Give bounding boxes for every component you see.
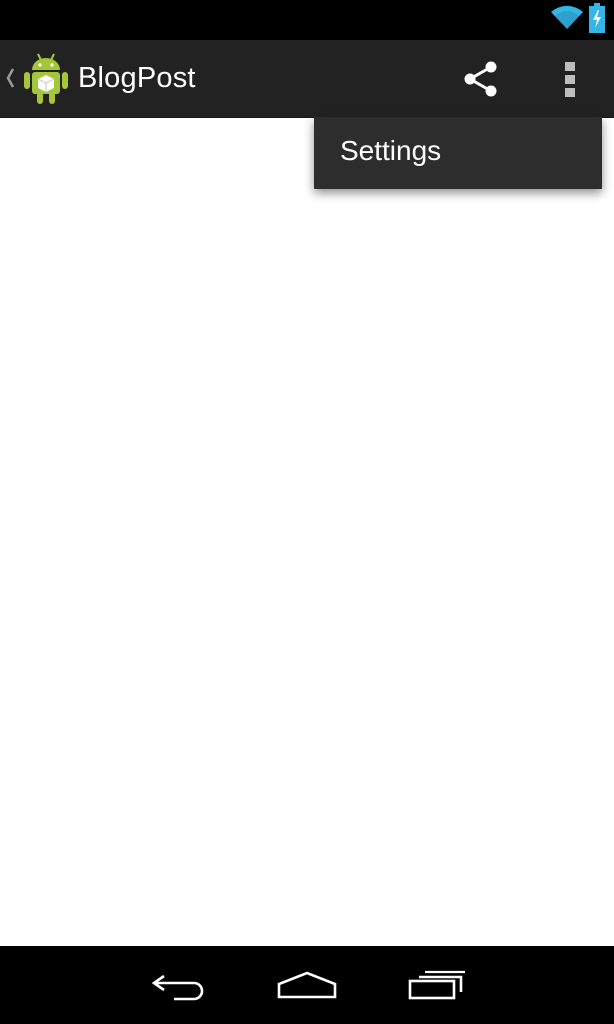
menu-item-label: Settings	[340, 135, 442, 166]
home-button[interactable]	[252, 946, 362, 1024]
overflow-menu-icon	[565, 61, 575, 97]
recent-apps-icon	[408, 970, 465, 1000]
up-caret-icon[interactable]	[4, 64, 16, 92]
overflow-menu: Settings	[314, 117, 602, 189]
recent-apps-button[interactable]	[382, 946, 492, 1024]
share-icon	[464, 61, 497, 96]
app-title: BlogPost	[78, 62, 196, 94]
navigation-bar	[0, 946, 614, 1024]
screen: BlogPost Settings	[0, 0, 614, 1024]
action-bar: BlogPost	[0, 40, 614, 118]
status-bar	[0, 0, 614, 40]
android-logo-icon[interactable]	[22, 50, 70, 106]
overflow-menu-button[interactable]	[540, 40, 600, 117]
back-button[interactable]	[124, 946, 234, 1024]
wifi-icon	[551, 5, 583, 29]
home-icon	[277, 971, 337, 999]
share-button[interactable]	[448, 40, 514, 117]
menu-item-settings[interactable]: Settings	[314, 117, 602, 189]
back-icon	[151, 974, 204, 1001]
battery-charging-icon	[589, 3, 605, 33]
